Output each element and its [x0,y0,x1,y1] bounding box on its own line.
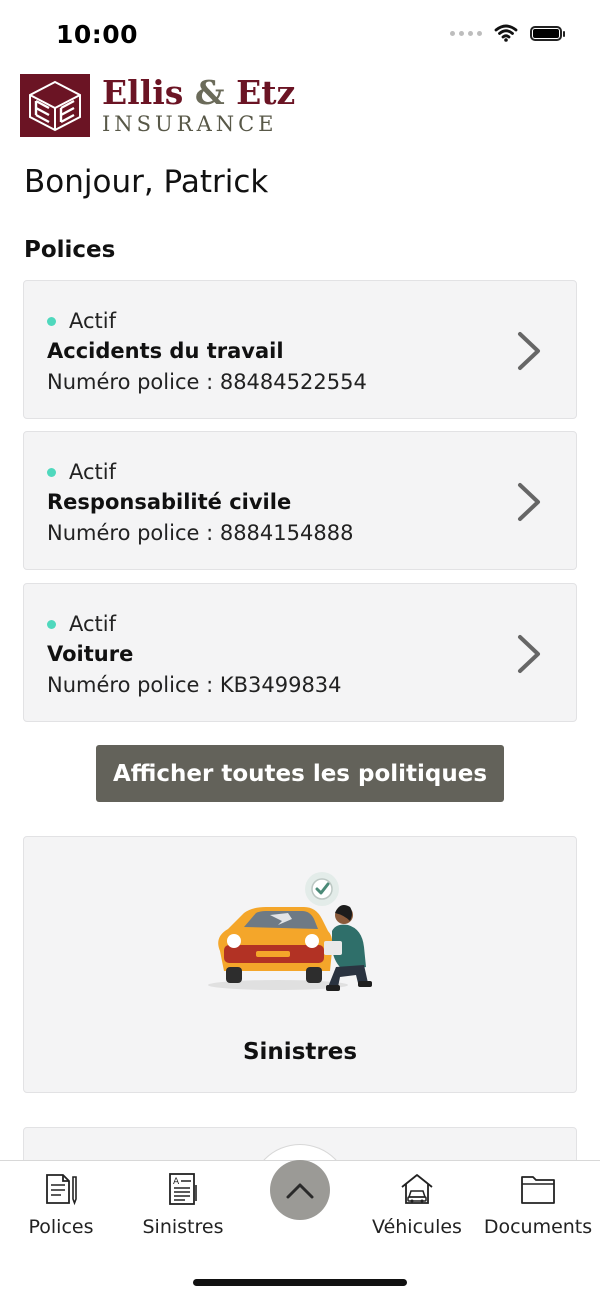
house-car-icon [401,1174,433,1204]
tab-label: Véhicules [372,1216,462,1238]
policies-section-title: Polices [24,237,116,263]
policy-number: Numéro police : KB3499834 [47,673,342,697]
expand-menu-button[interactable] [270,1160,330,1220]
wifi-icon [494,24,518,42]
policy-card[interactable]: Actif Accidents du travail Numéro police… [23,280,577,419]
battery-icon [530,25,565,41]
status-dot-icon [47,316,56,326]
view-all-policies-button[interactable]: Afficher toutes les politiques [96,745,504,802]
car-accident-illustration [208,872,372,991]
tab-label: Sinistres [142,1216,224,1238]
brand-subtitle: INSURANCE [102,111,278,136]
home-indicator[interactable] [193,1279,407,1286]
signal-icon [450,30,482,36]
status-dot-icon [47,619,56,629]
policy-number: Numéro police : 8884154888 [47,521,354,545]
policy-document-icon [46,1174,77,1206]
svg-text:A: A [173,1177,180,1187]
claims-document-icon: A [169,1173,197,1205]
tab-label: Polices [28,1216,94,1238]
policy-status: Actif [47,612,116,636]
tab-vehicules[interactable]: Véhicules [357,1161,477,1247]
logo-mark-icon [20,74,90,137]
greeting: Bonjour, Patrick [24,164,269,200]
brand-name: Ellis & Etz [102,72,296,112]
policy-card[interactable]: Actif Voiture Numéro police : KB3499834 [23,583,577,722]
chevron-right-icon [518,635,540,673]
tab-label: Documents [483,1216,593,1238]
policy-name: Voiture [47,642,134,666]
policy-status: Actif [47,460,116,484]
chevron-right-icon [518,483,540,521]
tab-sinistres[interactable]: A Sinistres [123,1161,243,1247]
tab-documents[interactable]: Documents [478,1161,598,1247]
status-dot-icon [47,467,56,477]
policy-name: Accidents du travail [47,339,284,363]
policy-card[interactable]: Actif Responsabilité civile Numéro polic… [23,431,577,570]
chevron-up-icon [286,1183,314,1199]
policy-name: Responsabilité civile [47,490,292,514]
policy-status: Actif [47,309,116,333]
chevron-right-icon [518,332,540,370]
brand-logo: Ellis & Etz INSURANCE [20,74,295,137]
tab-polices[interactable]: Polices [1,1161,121,1247]
folder-icon [521,1176,555,1204]
status-bar: 10:00 [0,0,600,66]
status-time: 10:00 [56,20,139,49]
claims-card[interactable]: Sinistres [23,836,577,1093]
status-icons [450,24,565,42]
claims-label: Sinistres [242,1039,358,1065]
policy-number: Numéro police : 88484522554 [47,370,367,394]
